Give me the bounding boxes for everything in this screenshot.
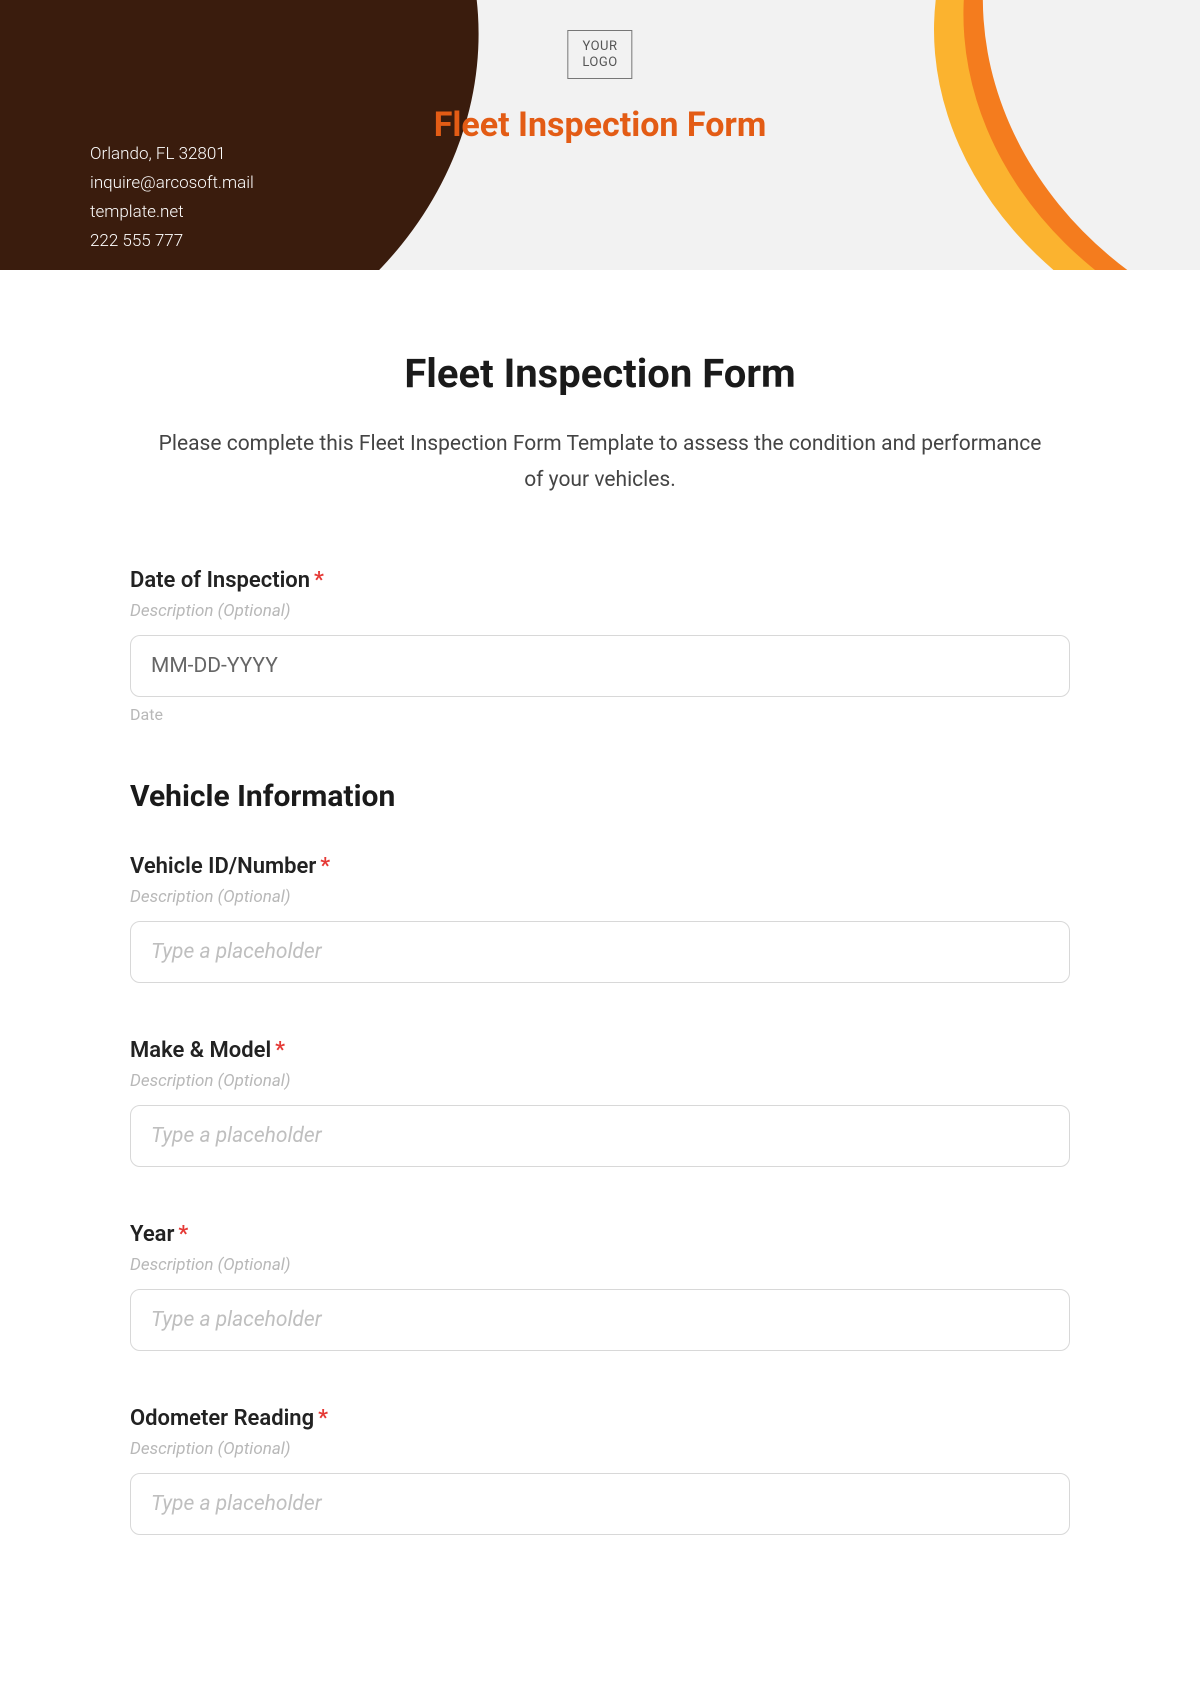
field-description-placeholder[interactable]: Description (Optional): [130, 887, 1070, 907]
contact-block: Orlando, FL 32801 inquire@arcosoft.mail …: [90, 140, 254, 256]
header-banner: YOUR LOGO Fleet Inspection Form Orlando,…: [0, 0, 1200, 270]
logo-text-line2: LOGO: [582, 55, 617, 71]
year-input[interactable]: [130, 1289, 1070, 1351]
required-asterisk: *: [275, 1038, 285, 1063]
contact-address: Orlando, FL 32801: [90, 140, 254, 169]
make-model-input[interactable]: [130, 1105, 1070, 1167]
field-sublabel: Date: [130, 705, 1070, 724]
field-odometer: Odometer Reading* Description (Optional): [130, 1406, 1070, 1535]
field-year: Year* Description (Optional): [130, 1222, 1070, 1351]
form-description: Please complete this Fleet Inspection Fo…: [130, 427, 1070, 498]
field-label: Make & Model*: [130, 1038, 1070, 1063]
contact-email: inquire@arcosoft.mail: [90, 169, 254, 198]
required-asterisk: *: [320, 854, 330, 879]
required-asterisk: *: [314, 568, 324, 593]
field-description-placeholder[interactable]: Description (Optional): [130, 1255, 1070, 1275]
contact-website: template.net: [90, 198, 254, 227]
field-vehicle-id: Vehicle ID/Number* Description (Optional…: [130, 854, 1070, 983]
field-label: Date of Inspection*: [130, 568, 1070, 593]
field-description-placeholder[interactable]: Description (Optional): [130, 1439, 1070, 1459]
logo-placeholder: YOUR LOGO: [567, 30, 632, 79]
form-container: Fleet Inspection Form Please complete th…: [0, 270, 1200, 1630]
field-description-placeholder[interactable]: Description (Optional): [130, 1071, 1070, 1091]
header-title: Fleet Inspection Form: [434, 105, 767, 145]
field-label: Vehicle ID/Number*: [130, 854, 1070, 879]
field-date-of-inspection: Date of Inspection* Description (Optiona…: [130, 568, 1070, 724]
vehicle-id-input[interactable]: [130, 921, 1070, 983]
contact-phone: 222 555 777: [90, 227, 254, 256]
logo-text-line1: YOUR: [582, 39, 617, 55]
field-label: Odometer Reading*: [130, 1406, 1070, 1431]
required-asterisk: *: [178, 1222, 188, 1247]
section-heading-vehicle-information: Vehicle Information: [130, 779, 1070, 814]
odometer-input[interactable]: [130, 1473, 1070, 1535]
field-make-model: Make & Model* Description (Optional): [130, 1038, 1070, 1167]
required-asterisk: *: [318, 1406, 328, 1431]
date-input[interactable]: [130, 635, 1070, 697]
field-label: Year*: [130, 1222, 1070, 1247]
form-title: Fleet Inspection Form: [130, 350, 1070, 397]
field-description-placeholder[interactable]: Description (Optional): [130, 601, 1070, 621]
